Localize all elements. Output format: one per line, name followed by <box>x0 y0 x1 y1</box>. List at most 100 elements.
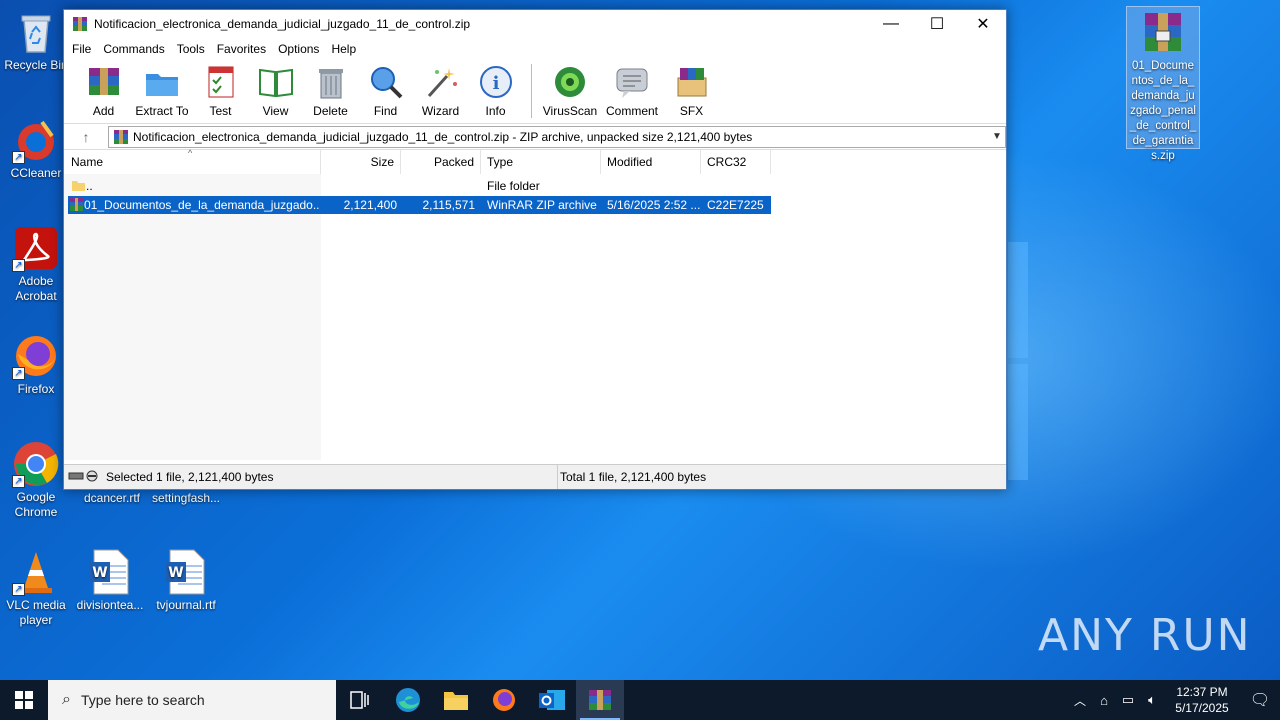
firefox-icon <box>493 689 515 711</box>
svg-text:W: W <box>168 565 183 581</box>
taskbar-file-explorer[interactable] <box>432 680 480 720</box>
row-size: 2,121,400 <box>343 198 397 212</box>
status-bar: Selected 1 file, 2,121,400 bytes Total 1… <box>64 464 1006 489</box>
desktop-icon-label: VLC media player <box>6 598 66 627</box>
row-packed: 2,115,571 <box>422 198 476 212</box>
menu-commands[interactable]: Commands <box>97 42 170 56</box>
desktop-icon-label: Google Chrome <box>14 490 58 519</box>
winrar-app-icon <box>589 690 611 710</box>
table-row-selected[interactable]: 01_Documentos_de_la_demanda_juzgado... 2… <box>68 196 771 214</box>
menu-bar: File Commands Tools Favorites Options He… <box>64 38 1006 60</box>
shortcut-arrow-icon: ↗ <box>12 259 25 272</box>
column-header-crc32[interactable]: CRC32 <box>701 150 771 174</box>
view-button[interactable]: View <box>248 60 303 118</box>
svg-text:W: W <box>92 565 107 581</box>
winrar-app-icon <box>72 16 88 32</box>
start-button[interactable] <box>0 680 48 720</box>
device-icon[interactable]: ⌂ <box>1092 693 1116 708</box>
tool-label: Extract To <box>135 104 189 118</box>
search-placeholder: Type here to search <box>80 692 205 708</box>
word-document-icon: W <box>86 548 134 596</box>
tool-label: Test <box>209 104 232 118</box>
menu-options[interactable]: Options <box>272 42 325 56</box>
table-row-parent[interactable]: .. File folder <box>68 177 771 195</box>
comment-button[interactable]: Comment <box>600 60 664 118</box>
taskbar-outlook[interactable] <box>528 680 576 720</box>
task-view-button[interactable] <box>336 680 384 720</box>
test-checklist-icon <box>203 64 239 100</box>
extract-folder-icon <box>144 64 180 100</box>
clock[interactable]: 12:37 PM 5/17/2025 <box>1164 684 1240 716</box>
desktop-icon-settingfash[interactable]: settingfash... <box>148 491 224 506</box>
anyrun-watermark: ANY RUN <box>1038 610 1252 661</box>
menu-favorites[interactable]: Favorites <box>211 42 272 56</box>
delete-button[interactable]: Delete <box>303 60 358 118</box>
add-archive-icon <box>86 64 122 100</box>
system-tray: ︿ ⌂ ▭ 🔈︎ 12:37 PM 5/17/2025 🗨︎ <box>1068 680 1280 720</box>
add-button[interactable]: Add <box>76 60 131 118</box>
winrar-archive-icon <box>1139 9 1187 57</box>
menu-file[interactable]: File <box>66 42 97 56</box>
row-type: WinRAR ZIP archive <box>487 198 597 212</box>
sfx-box-icon <box>674 64 710 100</box>
chevron-up-icon[interactable]: ︿ <box>1068 692 1092 709</box>
recycle-bin-icon <box>12 8 60 56</box>
maximize-button[interactable]: ☐ <box>914 10 960 38</box>
window-title: Notificacion_electronica_demanda_judicia… <box>94 17 471 31</box>
row-name: .. <box>86 179 93 193</box>
desktop-icon-vlc[interactable]: ↗ VLC media player <box>0 548 74 628</box>
column-header-packed[interactable]: Packed <box>401 150 481 174</box>
folder-icon <box>72 177 86 195</box>
sfx-button[interactable]: SFX <box>664 60 719 118</box>
info-button[interactable]: i Info <box>468 60 523 118</box>
desktop-icon-label: dcancer.rtf <box>83 491 141 505</box>
windows-logo-icon <box>15 691 33 709</box>
close-button[interactable]: ✕ <box>960 10 1006 38</box>
column-label: CRC32 <box>707 155 747 169</box>
column-header-modified[interactable]: Modified <box>601 150 701 174</box>
column-header-type[interactable]: Type <box>481 150 601 174</box>
desktop-icon-zip-archive[interactable]: 01_Documentos_de_la_demanda_juzgado_pena… <box>1126 6 1200 162</box>
tool-label: Find <box>373 104 398 118</box>
menu-tools[interactable]: Tools <box>171 42 211 56</box>
desktop-icon-dcancer-rtf[interactable]: dcancer.rtf <box>74 491 150 506</box>
drive-icon <box>68 470 100 485</box>
folder-icon <box>444 692 468 710</box>
find-button[interactable]: Find <box>358 60 413 118</box>
up-arrow-icon[interactable]: ↑ <box>64 129 108 145</box>
taskbar-firefox[interactable] <box>480 680 528 720</box>
archive-path-field[interactable]: Notificacion_electronica_demanda_judicia… <box>108 125 1006 148</box>
test-button[interactable]: Test <box>193 60 248 118</box>
shortcut-arrow-icon: ↗ <box>12 475 25 488</box>
volume-icon[interactable]: 🔈︎ <box>1140 692 1164 708</box>
minimize-button[interactable]: — <box>868 10 914 38</box>
virusscan-button[interactable]: VirusScan <box>540 60 600 118</box>
toolbar-separator <box>531 64 532 118</box>
vlc-cone-icon: ↗ <box>12 548 60 596</box>
tool-label: Delete <box>313 104 348 118</box>
magnifier-icon <box>368 64 404 100</box>
desktop-icon-tvjournal-rtf[interactable]: W tvjournal.rtf <box>148 548 224 613</box>
trash-can-icon <box>313 64 349 100</box>
row-crc32: C22E7225 <box>707 198 764 212</box>
view-book-icon <box>258 64 294 100</box>
menu-help[interactable]: Help <box>325 42 362 56</box>
taskbar-search-box[interactable]: ⌕ Type here to search <box>48 680 336 720</box>
file-list: Name ^ Size Packed Type Modified CRC32 .… <box>64 148 1006 460</box>
svg-text:i: i <box>492 73 499 94</box>
status-selected-text: Selected 1 file, 2,121,400 bytes <box>106 470 274 484</box>
title-bar[interactable]: Notificacion_electronica_demanda_judicia… <box>64 10 1006 38</box>
wizard-button[interactable]: Wizard <box>413 60 468 118</box>
desktop: Recycle Bin ↗ CCleaner ↗ Adobe Acrobat ↗… <box>0 0 1280 680</box>
column-label: Modified <box>607 155 653 169</box>
desktop-icon-divisiontea[interactable]: W divisiontea... <box>72 548 148 613</box>
network-icon[interactable]: ▭ <box>1116 692 1140 708</box>
taskbar-winrar[interactable] <box>576 680 624 720</box>
chevron-down-icon[interactable]: ▼ <box>989 131 1005 142</box>
column-header-size[interactable]: Size <box>321 150 401 174</box>
taskbar-edge[interactable] <box>384 680 432 720</box>
column-header-name[interactable]: Name ^ <box>64 148 321 174</box>
notifications-icon[interactable]: 🗨︎ <box>1240 690 1280 710</box>
sort-arrow-icon: ^ <box>188 148 193 158</box>
extract-to-button[interactable]: Extract To <box>131 60 193 118</box>
